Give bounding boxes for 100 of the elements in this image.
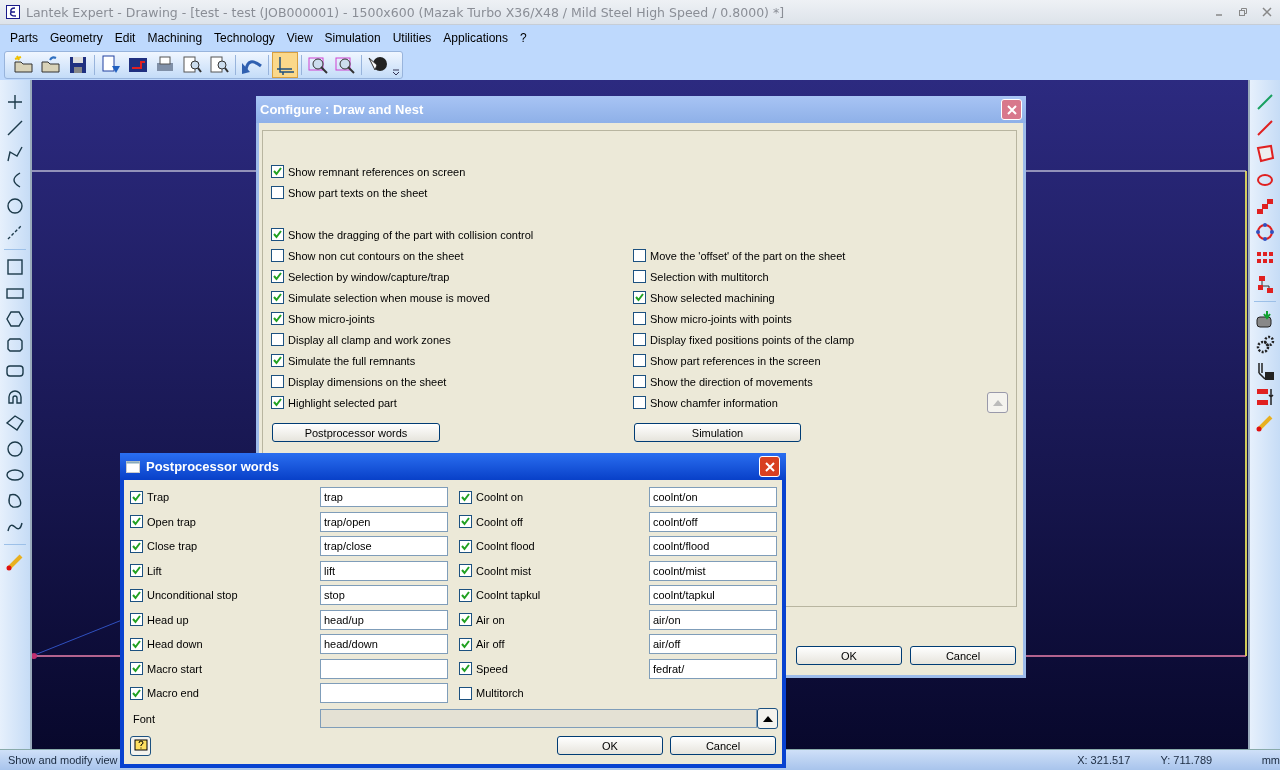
diamond-tool-icon[interactable]: [5, 413, 25, 433]
text-field[interactable]: air/on: [649, 609, 777, 630]
text-field[interactable]: [320, 683, 448, 704]
polyline-tool-icon[interactable]: [5, 144, 25, 164]
steps-tool-icon[interactable]: [1255, 196, 1275, 216]
menu-item[interactable]: Applications: [437, 30, 515, 45]
menu-item[interactable]: Technology: [208, 30, 281, 45]
window-title: Lantek Expert - Drawing - [test - test (JOB000001) - 1500x600 (Mazak Turbo X36/X48 / Mild Steel High Speed / 0.8000) *]: [26, 4, 785, 20]
checkbox[interactable]: [130, 490, 143, 504]
menu-item[interactable]: ?: [514, 30, 533, 45]
checkbox[interactable]: [130, 662, 143, 676]
circle-tool-icon[interactable]: [5, 196, 25, 216]
help-button[interactable]: [130, 735, 151, 756]
checkbox[interactable]: [271, 270, 284, 283]
text-field[interactable]: air/off: [649, 634, 777, 655]
checkbox[interactable]: [271, 333, 284, 346]
checkbox[interactable]: [459, 686, 472, 700]
checkbox[interactable]: [271, 291, 284, 304]
line-tool-icon[interactable]: [5, 118, 25, 138]
checkbox[interactable]: [271, 228, 284, 241]
point-tool-icon[interactable]: [5, 92, 25, 112]
checkbox[interactable]: [130, 588, 143, 602]
text-field[interactable]: fedrat/: [649, 658, 777, 679]
tree-tool-icon[interactable]: [1255, 274, 1275, 294]
keyhole-tool-icon[interactable]: [5, 387, 25, 407]
square-tool-icon[interactable]: [5, 257, 25, 277]
text-field[interactable]: coolnt/flood: [649, 536, 777, 557]
circle2-tool-icon[interactable]: [5, 439, 25, 459]
text-field[interactable]: head/down: [320, 634, 448, 655]
checkbox[interactable]: [271, 186, 284, 199]
checkbox[interactable]: [271, 396, 284, 409]
menu-item[interactable]: Utilities: [386, 30, 438, 45]
hexagon-tool-icon[interactable]: [5, 309, 25, 329]
menu-item[interactable]: View: [280, 30, 319, 45]
checkbox[interactable]: [271, 375, 284, 388]
checkbox[interactable]: [633, 312, 646, 325]
checkbox[interactable]: [459, 662, 472, 676]
text-field[interactable]: coolnt/on: [649, 487, 777, 508]
close-button[interactable]: [759, 456, 780, 477]
font-picker-button[interactable]: [757, 708, 778, 729]
import-tool-icon[interactable]: [1255, 309, 1275, 329]
text-field[interactable]: coolnt/mist: [649, 560, 777, 581]
checkbox[interactable]: [130, 539, 143, 553]
checkbox[interactable]: [130, 613, 143, 627]
checkbox[interactable]: [459, 515, 472, 529]
ok-button[interactable]: OK: [796, 646, 902, 665]
line-r-tool-icon[interactable]: [1255, 118, 1275, 138]
checkbox[interactable]: [459, 539, 472, 553]
checkbox[interactable]: [459, 637, 472, 651]
checkbox[interactable]: [633, 270, 646, 283]
cancel-button[interactable]: Cancel: [670, 736, 776, 755]
menu-item[interactable]: Edit: [108, 30, 142, 45]
checkbox[interactable]: [271, 249, 284, 262]
checkbox[interactable]: [130, 686, 143, 700]
checkbox[interactable]: [130, 637, 143, 651]
checkbox[interactable]: [459, 490, 472, 504]
checkbox[interactable]: [633, 291, 646, 304]
text-field[interactable]: lift: [320, 560, 448, 581]
checkbox-label: Simulate the full remnants: [288, 354, 416, 367]
gears-tool-icon[interactable]: [1255, 335, 1275, 355]
text-field[interactable]: trap/close: [320, 536, 448, 557]
checkbox[interactable]: [633, 396, 646, 409]
checkbox[interactable]: [633, 354, 646, 367]
menu-item[interactable]: Machining: [141, 30, 209, 45]
checkbox[interactable]: [633, 249, 646, 262]
menu-item[interactable]: Simulation: [318, 30, 387, 45]
octagon-tool-icon[interactable]: [5, 335, 25, 355]
line-g-tool-icon[interactable]: [1255, 92, 1275, 112]
text-field[interactable]: [320, 658, 448, 679]
text-field[interactable]: stop: [320, 585, 448, 606]
checkbox[interactable]: [633, 375, 646, 388]
postprocessor-words-button[interactable]: Postprocessor words: [272, 423, 440, 442]
ring-tool-icon[interactable]: [1255, 222, 1275, 242]
text-field[interactable]: coolnt/tapkul: [649, 585, 777, 606]
cancel-button[interactable]: Cancel: [910, 646, 1016, 665]
text-field[interactable]: trap: [320, 487, 448, 508]
text-field[interactable]: head/up: [320, 609, 448, 630]
checkbox[interactable]: [271, 312, 284, 325]
checkbox[interactable]: [459, 564, 472, 578]
checkbox[interactable]: [271, 165, 284, 178]
pencil-tool-icon[interactable]: [1255, 413, 1275, 433]
restore-icon[interactable]: [1238, 7, 1248, 17]
checkbox[interactable]: [271, 354, 284, 367]
checkbox[interactable]: [130, 564, 143, 578]
text-field[interactable]: coolnt/off: [649, 511, 777, 532]
pencil-tool-icon[interactable]: [5, 552, 25, 572]
checkbox[interactable]: [633, 333, 646, 346]
close-icon[interactable]: [1262, 7, 1272, 17]
checkbox[interactable]: [459, 613, 472, 627]
polygon-tool-icon[interactable]: [1255, 144, 1275, 164]
text-field[interactable]: trap/open: [320, 511, 448, 532]
simulation-button[interactable]: Simulation: [634, 423, 801, 442]
menu-item[interactable]: Parts: [4, 30, 44, 45]
toolbar-overflow-icon[interactable]: [392, 68, 400, 76]
bars-tool-icon[interactable]: [1255, 387, 1275, 407]
checkbox[interactable]: [130, 515, 143, 529]
ok-button[interactable]: OK: [557, 736, 663, 755]
menu-item[interactable]: Geometry: [44, 30, 109, 45]
checkbox[interactable]: [459, 588, 472, 602]
checkbox-label: Show chamfer information: [650, 396, 778, 409]
